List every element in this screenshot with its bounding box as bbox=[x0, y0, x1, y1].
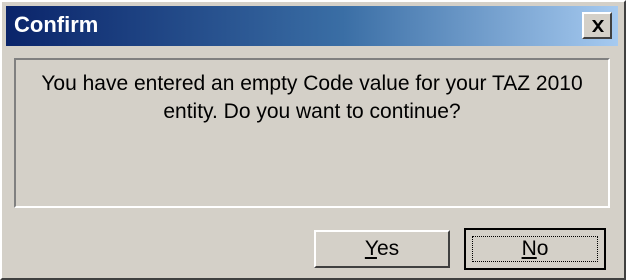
yes-button[interactable]: Yes bbox=[314, 230, 450, 268]
title-bar[interactable]: Confirm bbox=[6, 6, 618, 46]
close-icon bbox=[592, 20, 604, 32]
message-panel: You have entered an empty Code value for… bbox=[14, 58, 610, 208]
yes-button-label: es bbox=[376, 237, 400, 260]
yes-button-mnemonic: Y bbox=[364, 237, 377, 260]
message-line-1: You have entered an empty Code value for… bbox=[41, 72, 583, 95]
dialog-title: Confirm bbox=[14, 12, 99, 37]
no-button[interactable]: No bbox=[464, 228, 606, 270]
no-button-mnemonic: N bbox=[521, 237, 537, 260]
confirm-dialog: Confirm You have entered an empty Code v… bbox=[0, 0, 626, 280]
message-line-2: entity. Do you want to continue? bbox=[163, 100, 461, 123]
no-button-label: o bbox=[536, 237, 549, 260]
close-button[interactable] bbox=[582, 12, 612, 39]
message-text: You have entered an empty Code value for… bbox=[16, 70, 608, 126]
